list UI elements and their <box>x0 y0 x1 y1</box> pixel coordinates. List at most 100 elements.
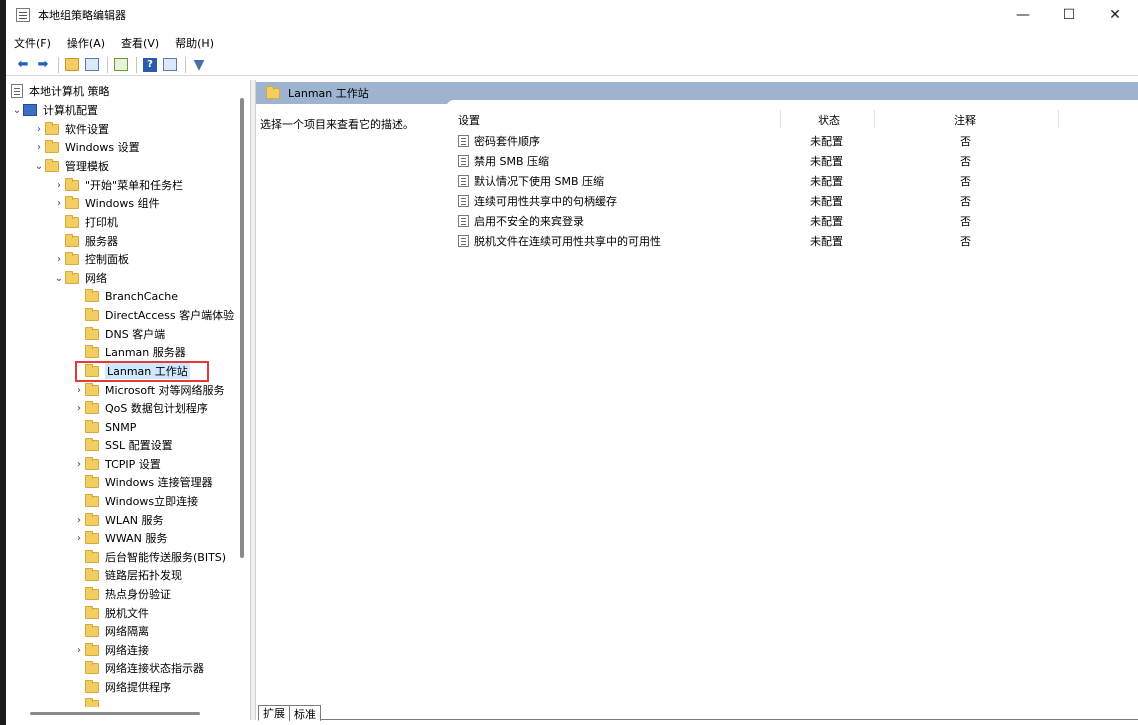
tree-item-start-menu[interactable]: › "开始"菜单和任务栏 <box>53 176 183 194</box>
table-row[interactable]: 默认情况下使用 SMB 压缩 未配置 否 <box>446 170 1138 190</box>
tree-item-link-layer[interactable]: 链路层拓扑发现 <box>85 566 182 584</box>
tree-item-software[interactable]: › 软件设置 <box>33 120 109 138</box>
chevron-down-icon[interactable]: ⌄ <box>33 161 45 172</box>
tree-item-branchcache[interactable]: BranchCache <box>85 287 178 305</box>
tab-standard[interactable]: 标准 <box>289 705 321 721</box>
forward-arrow-icon[interactable]: ➡ <box>34 56 52 74</box>
tree-label: 软件设置 <box>65 123 109 136</box>
chevron-right-icon[interactable]: › <box>73 533 85 544</box>
chevron-right-icon[interactable]: › <box>73 645 85 656</box>
policy-icon <box>11 84 23 98</box>
tree-item-windows-conn-mgr[interactable]: Windows 连接管理器 <box>85 473 213 491</box>
tree-item-admin-templates[interactable]: ⌄ 管理模板 <box>33 157 109 175</box>
tree-label: 网络隔离 <box>105 625 149 638</box>
setting-name: 禁用 SMB 压缩 <box>474 155 550 168</box>
column-header-state[interactable]: 状态 <box>818 112 840 128</box>
tree-label: WLAN 服务 <box>105 514 164 527</box>
table-row[interactable]: 脱机文件在连续可用性共享中的可用性 未配置 否 <box>446 230 1138 250</box>
menu-file[interactable]: 文件(F) <box>6 35 59 51</box>
properties-icon[interactable] <box>161 56 179 74</box>
policy-setting-icon <box>458 155 469 167</box>
tree-item-snmp[interactable]: SNMP <box>85 418 136 436</box>
chevron-down-icon[interactable]: ⌄ <box>11 105 23 116</box>
menu-action[interactable]: 操作(A) <box>59 35 113 51</box>
tree-label: QoS 数据包计划程序 <box>105 402 208 415</box>
tree-item-control-panel[interactable]: › 控制面板 <box>53 250 129 268</box>
title-bar: 本地组策略编辑器 — ☐ ✕ <box>6 0 1138 30</box>
chevron-right-icon[interactable]: › <box>73 385 85 396</box>
help-icon[interactable]: ? <box>141 56 159 74</box>
tree-horizontal-scrollbar[interactable] <box>30 712 200 715</box>
details-pane: Lanman 工作站 选择一个项目来查看它的描述。 设置 状态 注释 密码套件顺… <box>256 82 1138 722</box>
tree-item-dns[interactable]: DNS 客户端 <box>85 325 165 343</box>
up-folder-icon[interactable] <box>63 56 81 74</box>
tree-item-microsoft-p2p[interactable]: › Microsoft 对等网络服务 <box>73 381 225 399</box>
tree-item-partial[interactable] <box>85 696 105 707</box>
navigation-tree: 本地计算机 策略 ⌄ 计算机配置 › 软件设置 › Windows 设置 ⌄ 管… <box>9 82 249 707</box>
folder-icon <box>85 474 99 488</box>
chevron-right-icon[interactable]: › <box>53 180 65 191</box>
folder-icon <box>45 121 59 135</box>
policy-editor-icon <box>16 8 30 22</box>
tree-item-lanman-server[interactable]: Lanman 服务器 <box>85 343 186 361</box>
tree-item-ssl[interactable]: SSL 配置设置 <box>85 436 173 454</box>
tree-item-windows-now[interactable]: Windows立即连接 <box>85 492 198 510</box>
tree-item-windows-settings[interactable]: › Windows 设置 <box>33 138 140 156</box>
close-button[interactable]: ✕ <box>1092 0 1138 30</box>
tree-item-windows-components[interactable]: › Windows 组件 <box>53 194 160 212</box>
folder-icon <box>65 251 79 265</box>
tree-item-qos[interactable]: › QoS 数据包计划程序 <box>73 399 208 417</box>
setting-state: 未配置 <box>810 135 843 148</box>
tree-item-computer-config[interactable]: ⌄ 计算机配置 <box>11 101 98 119</box>
menu-view[interactable]: 查看(V) <box>113 35 167 51</box>
chevron-right-icon[interactable]: › <box>53 254 65 265</box>
maximize-button[interactable]: ☐ <box>1046 0 1092 30</box>
tree-item-net-isolation[interactable]: 网络隔离 <box>85 622 149 640</box>
selection-highlight-box <box>75 361 209 382</box>
tree-label: Microsoft 对等网络服务 <box>105 384 225 397</box>
column-header-setting[interactable]: 设置 <box>458 112 480 128</box>
tree-item-root[interactable]: 本地计算机 策略 <box>11 82 110 100</box>
export-list-icon[interactable] <box>112 56 130 74</box>
table-row[interactable]: 连续可用性共享中的句柄缓存 未配置 否 <box>446 190 1138 210</box>
column-separator[interactable] <box>780 110 781 128</box>
tree-item-bits[interactable]: 后台智能传送服务(BITS) <box>85 548 226 566</box>
chevron-right-icon[interactable]: › <box>33 124 45 135</box>
tree-item-hotspot[interactable]: 热点身份验证 <box>85 585 171 603</box>
tree-item-server[interactable]: 服务器 <box>65 232 118 250</box>
column-separator[interactable] <box>874 110 875 128</box>
tree-item-tcpip[interactable]: › TCPIP 设置 <box>73 455 161 473</box>
tree-vertical-scrollbar[interactable] <box>240 98 244 558</box>
filter-icon[interactable]: ▼ <box>190 56 208 74</box>
column-header-comment[interactable]: 注释 <box>954 112 976 128</box>
chevron-right-icon[interactable]: › <box>73 403 85 414</box>
folder-icon <box>85 549 99 563</box>
back-arrow-icon[interactable]: ⬅ <box>14 56 32 74</box>
chevron-right-icon[interactable]: › <box>73 515 85 526</box>
chevron-right-icon[interactable]: › <box>53 198 65 209</box>
chevron-right-icon[interactable]: › <box>73 459 85 470</box>
setting-comment: 否 <box>960 195 971 208</box>
tree-item-directaccess[interactable]: DirectAccess 客户端体验 <box>85 306 234 324</box>
chevron-down-icon[interactable]: ⌄ <box>53 273 65 284</box>
table-row[interactable]: 禁用 SMB 压缩 未配置 否 <box>446 150 1138 170</box>
tree-item-net-provider[interactable]: 网络提供程序 <box>85 678 171 696</box>
tree-label: 后台智能传送服务(BITS) <box>105 551 227 564</box>
tree-item-printer[interactable]: 打印机 <box>65 213 118 231</box>
tree-item-net-status[interactable]: 网络连接状态指示器 <box>85 659 204 677</box>
table-row[interactable]: 启用不安全的来宾登录 未配置 否 <box>446 210 1138 230</box>
tree-label: WWAN 服务 <box>105 532 168 545</box>
tree-item-network[interactable]: ⌄ 网络 <box>53 269 107 287</box>
show-hide-tree-icon[interactable] <box>83 56 101 74</box>
tree-item-wwan[interactable]: › WWAN 服务 <box>73 529 167 547</box>
minimize-button[interactable]: — <box>1000 0 1046 30</box>
tree-item-offline-files[interactable]: 脱机文件 <box>85 604 149 622</box>
tab-extended[interactable]: 扩展 <box>258 705 290 721</box>
column-separator[interactable] <box>1058 110 1059 128</box>
tree-item-wlan[interactable]: › WLAN 服务 <box>73 511 164 529</box>
menu-help[interactable]: 帮助(H) <box>167 35 222 51</box>
table-row[interactable]: 密码套件顺序 未配置 否 <box>446 130 1138 150</box>
chevron-right-icon[interactable]: › <box>33 142 45 153</box>
tree-item-net-connections[interactable]: › 网络连接 <box>73 641 149 659</box>
folder-icon <box>85 605 99 619</box>
